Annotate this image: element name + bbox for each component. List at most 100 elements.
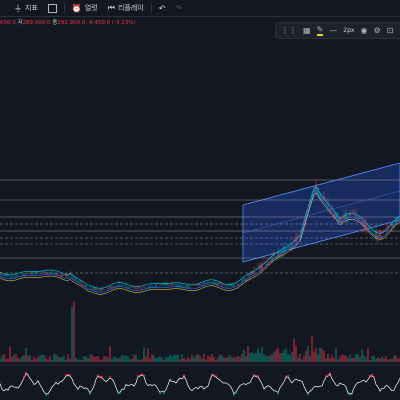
rsi-overbought-marker	[287, 374, 289, 377]
candle-body	[141, 288, 143, 290]
candle-body	[351, 210, 353, 212]
volume-bar	[247, 346, 249, 362]
volume-bar	[215, 359, 217, 362]
volume-bar	[69, 358, 71, 362]
line-style-icon[interactable]: —	[329, 26, 337, 35]
volume-bar	[367, 348, 369, 362]
volume-bar	[71, 306, 73, 362]
volume-bar	[139, 359, 141, 362]
volume-bar	[329, 358, 331, 362]
candle-body	[339, 219, 341, 222]
volume-bar	[113, 356, 115, 362]
volume-bar	[223, 357, 225, 362]
rsi-overbought-marker	[137, 375, 139, 377]
rsi-oversold-marker	[89, 392, 91, 395]
volume-bar	[391, 358, 393, 362]
candle-body	[11, 276, 13, 278]
candle-body	[61, 274, 63, 277]
volume-bar	[197, 354, 199, 362]
volume-bar	[29, 355, 31, 362]
rsi-line	[0, 373, 400, 395]
candle-body	[199, 283, 201, 285]
volume-bar	[229, 355, 231, 362]
rsi-overbought-marker	[213, 374, 215, 376]
volume-bar	[343, 355, 345, 362]
candle-body	[359, 217, 361, 219]
candle-body	[263, 261, 265, 263]
template-icon[interactable]: ▦	[303, 26, 311, 35]
volume-bar	[83, 356, 85, 362]
candle-body	[17, 275, 19, 276]
volume-bar	[227, 357, 229, 362]
line-width-label[interactable]: 2px	[343, 27, 354, 34]
candle-body	[125, 284, 127, 286]
candle-body	[167, 284, 169, 286]
volume-bar	[19, 359, 21, 362]
volume-bar	[143, 347, 145, 362]
rsi-overbought-marker	[143, 374, 145, 377]
candle-body	[187, 285, 189, 288]
volume-bar	[133, 354, 135, 362]
rsi-overbought-marker	[371, 373, 373, 376]
candle-body	[241, 280, 243, 282]
candle-body	[13, 277, 15, 278]
rsi-overbought-marker	[373, 375, 375, 378]
volume-bar	[141, 358, 143, 362]
volume-bar	[303, 356, 305, 362]
candle-body	[133, 287, 135, 288]
volume-bar	[271, 354, 273, 362]
volume-bar	[149, 358, 151, 362]
candle-body	[211, 281, 213, 283]
volume-bar	[309, 355, 311, 362]
candle-body	[135, 288, 137, 289]
volume-bar	[349, 354, 351, 362]
volume-bar	[283, 350, 285, 362]
volume-bar	[21, 356, 23, 362]
candle-body	[57, 273, 59, 275]
candle-body	[91, 288, 93, 290]
volume-bar	[45, 357, 47, 362]
volume-bar	[265, 355, 267, 362]
rsi-oversold-marker	[233, 393, 235, 396]
rsi-overbought-marker	[327, 374, 329, 377]
volume-bar	[275, 349, 277, 362]
volume-bar	[5, 359, 7, 362]
volume-bar	[55, 354, 57, 362]
volume-bar	[205, 359, 207, 362]
volume-bar	[257, 347, 259, 362]
candle-body	[137, 287, 139, 289]
volume-bar	[121, 355, 123, 362]
candle-body	[147, 287, 149, 288]
eye-icon[interactable]: ◉	[360, 26, 367, 35]
rsi-oversold-marker	[307, 393, 309, 396]
volume-bar	[361, 349, 363, 362]
price-chart[interactable]	[0, 0, 400, 400]
candle-body	[43, 271, 45, 274]
volume-bar	[159, 356, 161, 362]
settings-icon[interactable]: ⚙	[373, 26, 380, 35]
volume-bar	[235, 357, 237, 362]
candle-body	[389, 224, 391, 225]
pen-icon[interactable]: ✎	[316, 25, 324, 36]
drag-handle-icon[interactable]: ⋮⋮	[281, 26, 297, 35]
volume-bar	[245, 356, 247, 362]
volume-bar	[203, 354, 205, 362]
volume-bar	[383, 358, 385, 362]
rsi-oversold-marker	[159, 392, 161, 395]
lock-icon[interactable]: ⊡	[387, 26, 394, 35]
candle-body	[89, 287, 91, 289]
candle-body	[49, 271, 51, 274]
volume-bar	[95, 356, 97, 362]
volume-bar	[319, 347, 321, 362]
volume-bar	[77, 359, 79, 362]
rsi-oversold-marker	[163, 392, 165, 394]
candle-body	[123, 285, 125, 286]
volume-bar	[291, 351, 293, 362]
candle-body	[31, 273, 33, 275]
candle-body	[143, 286, 145, 288]
volume-bar	[65, 359, 67, 362]
volume-bar	[305, 350, 307, 362]
candle-body	[71, 276, 73, 278]
candle-body	[265, 264, 267, 265]
volume-bar	[251, 352, 253, 362]
